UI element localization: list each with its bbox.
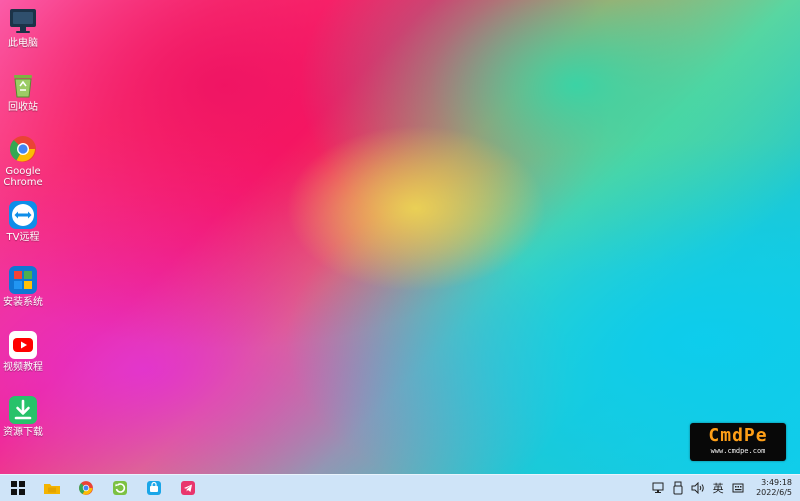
desktop-icon-label: 回收站 [8, 102, 38, 113]
recycle-bin-icon [8, 70, 38, 100]
desktop-icon-tv-remote[interactable]: TV远程 [0, 200, 46, 243]
start-button[interactable] [6, 476, 30, 500]
volume-icon[interactable] [690, 479, 706, 497]
chrome-icon [8, 134, 38, 164]
desktop-icon-label: 此电脑 [8, 38, 38, 49]
ime-indicator[interactable]: 英 [710, 479, 726, 497]
taskbar-store[interactable] [142, 476, 166, 500]
teamviewer-icon [8, 200, 38, 230]
desktop-icon-this-pc[interactable]: 此电脑 [0, 6, 46, 49]
refresh-app-icon [113, 481, 127, 495]
desktop-icon-label: 视频教程 [3, 362, 43, 373]
system-tray: 英 3:49:18 2022/6/5 [650, 478, 800, 498]
desktop-icon-label: 安装系统 [3, 297, 43, 308]
clock-time: 3:49:18 [761, 478, 792, 487]
desktop-icon-recycle-bin[interactable]: 回收站 [0, 70, 46, 113]
network-icon[interactable] [650, 479, 666, 497]
desktop-icon-resource-download[interactable]: 资源下载 [0, 395, 46, 438]
keyboard-icon[interactable] [730, 479, 746, 497]
clock-date: 2022/6/5 [756, 488, 792, 497]
taskbar-clock[interactable]: 3:49:18 2022/6/5 [756, 478, 792, 498]
taskbar: 英 3:49:18 2022/6/5 [0, 474, 800, 501]
chrome-icon [79, 481, 93, 495]
desktop-icon-install-system[interactable]: 安装系统 [0, 265, 46, 308]
watermark-brand: CmdPe [708, 425, 768, 446]
taskbar-telegram[interactable] [176, 476, 200, 500]
desktop-icon-chrome[interactable]: Google Chrome [0, 134, 46, 188]
taskbar-file-explorer[interactable] [40, 476, 64, 500]
computer-icon [8, 6, 38, 36]
desktop-icon-video-tutorial[interactable]: 视频教程 [0, 330, 46, 373]
store-icon [147, 481, 161, 495]
telegram-icon [181, 481, 195, 495]
taskbar-pinned-apps [6, 476, 200, 500]
desktop-icon-label: TV远程 [6, 232, 40, 243]
desktop-background: 此电脑 回收站 Google Chrome TV远程 安装系统 视频教程 资源下… [0, 0, 800, 474]
watermark-url: www.cmdpe.com [710, 447, 766, 455]
taskbar-refresh-app[interactable] [108, 476, 132, 500]
desktop-icon-label: 资源下载 [3, 427, 43, 438]
install-system-icon [8, 265, 38, 295]
start-menu-icon [11, 481, 25, 495]
file-explorer-icon [44, 484, 60, 494]
taskbar-chrome[interactable] [74, 476, 98, 500]
cmdpe-watermark: CmdPe www.cmdpe.com [690, 423, 786, 461]
usb-icon[interactable] [670, 479, 686, 497]
desktop-icon-label: Google Chrome [3, 166, 43, 188]
video-tutorial-icon [8, 330, 38, 360]
download-icon [8, 395, 38, 425]
